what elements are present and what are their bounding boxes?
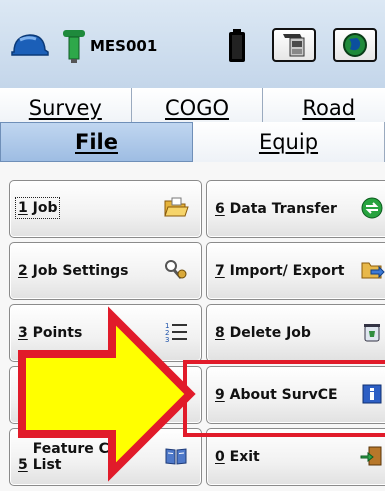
import-export-icon (361, 262, 385, 279)
tab-file[interactable]: File (0, 122, 193, 162)
exit-door-icon (360, 446, 382, 466)
data-collector-icon (283, 34, 305, 57)
folder-open-icon (164, 197, 189, 217)
job-settings-button[interactable]: 2 Job Settings (9, 242, 202, 300)
globe-button[interactable] (333, 28, 377, 62)
data-transfer-icon (361, 197, 383, 219)
battery-icon[interactable] (228, 29, 246, 63)
gps-receiver-icon[interactable] (60, 28, 88, 64)
job-button[interactable]: 1 Job (9, 180, 202, 238)
globe-icon (343, 33, 367, 57)
pointer-arrow-icon (18, 306, 196, 482)
tab-row-secondary: File Equip (0, 122, 385, 163)
data-transfer-button[interactable]: 6 Data Transfer (206, 180, 385, 238)
helmet-icon[interactable] (10, 30, 50, 60)
delete-job-button[interactable]: 8 Delete Job (206, 304, 385, 362)
data-collector-button[interactable] (272, 28, 316, 62)
import-export-button[interactable]: 7 Import/ Export (206, 242, 385, 300)
status-bar: MES001 (0, 0, 385, 89)
instrument-label: MES001 (90, 37, 158, 55)
trash-icon (364, 324, 380, 342)
job-settings-icon (165, 260, 187, 279)
tab-equip[interactable]: Equip (193, 122, 385, 162)
